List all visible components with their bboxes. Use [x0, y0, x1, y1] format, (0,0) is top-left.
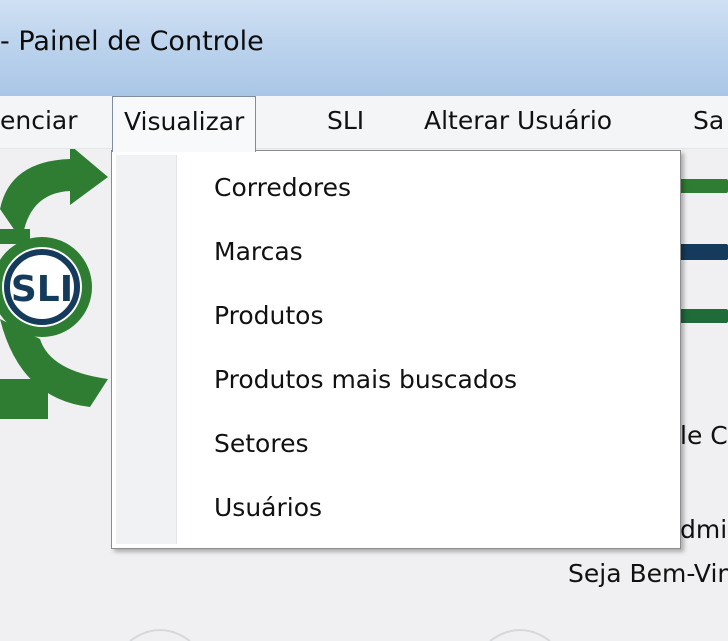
logo-text: SLI	[11, 269, 73, 310]
menu-sli[interactable]: SLI	[327, 96, 364, 148]
menu-item-setores[interactable]: Setores	[182, 413, 674, 475]
welcome-line1: le C	[680, 421, 728, 450]
menu-item-produtos[interactable]: Produtos	[182, 285, 674, 347]
window-titlebar: - Painel de Controle	[0, 0, 728, 97]
menu-icon-gutter	[116, 155, 177, 544]
sli-logo: SLI	[0, 149, 108, 419]
menu-sair[interactable]: Sa	[693, 96, 724, 148]
menu-item-corredores[interactable]: Corredores	[182, 157, 674, 219]
welcome-line3: Seja Bem-Vin	[568, 559, 728, 588]
visualizar-dropdown-menu: Corredores Marcas Produtos Produtos mais…	[111, 150, 681, 549]
menu-item-marcas[interactable]: Marcas	[182, 221, 674, 283]
menu-gerenciar[interactable]: enciar	[0, 96, 78, 148]
menu-alterar-usuario[interactable]: Alterar Usuário	[424, 96, 612, 148]
menu-item-usuarios[interactable]: Usuários	[182, 477, 674, 539]
welcome-line2: dmi	[680, 515, 728, 544]
menu-visualizar[interactable]: Visualizar	[112, 96, 257, 152]
menu-item-produtos-mais-buscados[interactable]: Produtos mais buscados	[182, 349, 674, 411]
window-title: - Painel de Controle	[0, 26, 264, 57]
bottom-decoration	[129, 629, 551, 641]
menu-bar: enciar Visualizar SLI Alterar Usuário Sa	[0, 96, 728, 152]
